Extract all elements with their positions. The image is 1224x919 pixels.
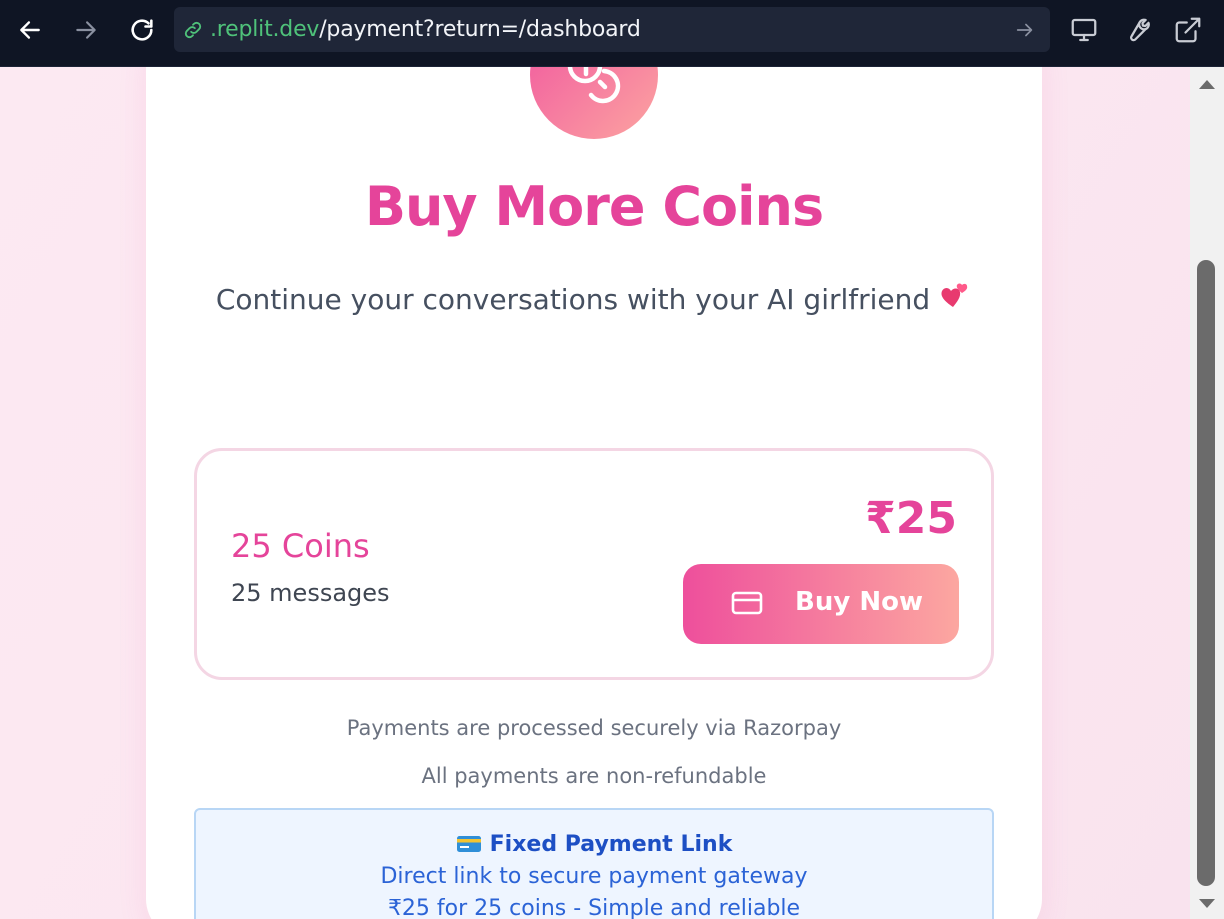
scrollbar-thumb[interactable] <box>1197 260 1215 886</box>
page-subtitle: Continue your conversations with your AI… <box>146 277 1042 318</box>
plan-description: 25 messages <box>231 579 390 607</box>
scroll-down-arrow-icon[interactable] <box>1197 897 1217 911</box>
wrench-icon <box>1130 18 1150 42</box>
forward-button[interactable] <box>71 15 101 45</box>
credit-card-emoji-icon <box>456 834 482 860</box>
reload-button[interactable] <box>127 15 157 45</box>
arrow-left-icon <box>20 21 40 39</box>
monitor-icon <box>1071 18 1097 42</box>
external-link-icon <box>1175 17 1201 43</box>
payment-card: Buy More Coins Continue your conversatio… <box>146 67 1042 919</box>
link-icon <box>184 21 202 39</box>
refund-note: All payments are non-refundable <box>421 764 767 788</box>
page-viewport: Buy More Coins Continue your conversatio… <box>0 67 1190 919</box>
buy-now-label: Buy Now <box>795 587 923 617</box>
payment-link-info: Fixed Payment Link Direct link to secure… <box>194 808 994 919</box>
subtitle-text: Continue your conversations with your AI… <box>215 283 931 316</box>
info-title: Fixed Payment Link <box>196 832 992 860</box>
two-hearts-icon <box>938 277 972 318</box>
vertical-scrollbar[interactable] <box>1190 67 1224 919</box>
plan-price: ₹25 <box>865 493 957 544</box>
credit-card-icon <box>731 591 763 615</box>
arrow-right-icon <box>76 21 96 39</box>
secure-payment-note: Payments are processed securely via Razo… <box>346 716 842 740</box>
url-text: .replit.dev/payment?return=/dashboard <box>210 17 641 42</box>
scroll-up-arrow-icon[interactable] <box>1197 77 1217 91</box>
coin-plan-card: 25 Coins 25 messages ₹25 Buy Now <box>194 448 994 680</box>
open-new-tab-button[interactable] <box>1172 14 1204 46</box>
address-bar[interactable]: .replit.dev/payment?return=/dashboard <box>174 7 1050 52</box>
url-path: /payment?return=/dashboard <box>319 17 641 42</box>
devtools-button[interactable] <box>1120 14 1152 46</box>
devices-button[interactable] <box>1068 14 1100 46</box>
browser-toolbar: .replit.dev/payment?return=/dashboard <box>0 0 1224 67</box>
coin-badge <box>530 67 658 139</box>
buy-now-button[interactable]: Buy Now <box>683 564 959 644</box>
reload-icon <box>131 19 153 41</box>
info-line-1: Direct link to secure payment gateway <box>380 864 808 889</box>
url-domain: .replit.dev <box>210 17 320 42</box>
back-button[interactable] <box>15 15 45 45</box>
info-title-text: Fixed Payment Link <box>489 832 733 857</box>
go-arrow-icon[interactable] <box>1014 19 1036 41</box>
plan-name: 25 Coins <box>231 527 370 565</box>
info-line-2: ₹25 for 25 coins - Simple and reliable <box>387 896 801 919</box>
page-title: Buy More Coins <box>364 175 824 238</box>
coins-icon <box>567 67 621 104</box>
